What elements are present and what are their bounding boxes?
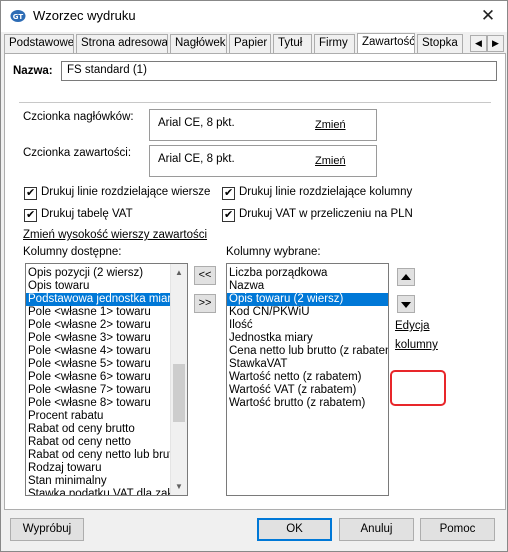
chosen-columns-label: Kolumny wybrane: [226, 246, 321, 258]
list-item[interactable]: Opis towaru [26, 280, 172, 293]
list-item[interactable]: Stan minimalny [26, 475, 172, 488]
arrow-up-icon [401, 274, 411, 280]
tab-scroll-left-icon[interactable]: ◀ [470, 35, 487, 52]
col-lines-label: Drukuj linie rozdzielające kolumny [239, 186, 413, 198]
list-item[interactable]: Pole <własne 8> towaru [26, 397, 172, 410]
tab-podstawowe[interactable]: Podstawowe [4, 34, 74, 53]
checkbox-checked-icon [222, 208, 235, 222]
title-bar: GT Wzorzec wydruku ✕ [1, 1, 507, 32]
ok-button[interactable]: OK [257, 518, 332, 541]
window-title: Wzorzec wydruku [33, 8, 136, 23]
list-item[interactable]: Wartość VAT (z rabatem) [227, 384, 388, 397]
scroll-up-icon[interactable]: ▲ [171, 264, 187, 281]
list-item[interactable]: Pole <własne 4> towaru [26, 345, 172, 358]
available-columns-list[interactable]: Opis pozycji (2 wiersz) Opis towaru Podsta… [25, 263, 188, 496]
header-font-box: Arial CE, 8 pkt. Zmień [149, 109, 377, 141]
available-columns-label: Kolumny dostępne: [23, 246, 122, 258]
group-divider [19, 102, 491, 103]
list-item[interactable]: Wartość brutto (z rabatem) [227, 397, 388, 410]
try-button[interactable]: Wypróbuj [10, 518, 84, 541]
vat-table-label: Drukuj tabelę VAT [41, 208, 133, 220]
edit-columns-highlight [390, 370, 446, 406]
content-font-change-link[interactable]: Zmień [315, 155, 346, 167]
list-item[interactable]: Stawka podatku VAT dla zakupu [26, 488, 172, 495]
list-item[interactable]: Liczba porządkowa [227, 267, 388, 280]
list-item[interactable]: Rabat od ceny brutto [26, 423, 172, 436]
svg-text:GT: GT [13, 13, 24, 21]
tab-naglowek[interactable]: Nagłówek [170, 34, 227, 53]
help-button[interactable]: Pomoc [420, 518, 495, 541]
list-item[interactable]: Kod CN/PKWiU [227, 306, 388, 319]
arrow-down-icon [401, 302, 411, 308]
list-item[interactable]: Pole <własne 1> towaru [26, 306, 172, 319]
remove-column-button[interactable]: << [194, 266, 216, 285]
move-up-button[interactable] [397, 268, 415, 286]
checkbox-checked-icon [222, 186, 235, 200]
content-font-value: Arial CE, 8 pkt. [158, 153, 235, 165]
list-item[interactable]: Opis pozycji (2 wiersz) [26, 267, 172, 280]
print-template-dialog: GT Wzorzec wydruku ✕ Podstawowe Strona a… [0, 0, 508, 552]
checkbox-checked-icon [24, 208, 37, 222]
list-item[interactable]: Procent rabatu [26, 410, 172, 423]
list-item[interactable]: Pole <własne 7> towaru [26, 384, 172, 397]
list-item[interactable]: Cena netto lub brutto (z rabatem) [227, 345, 388, 358]
content-font-box: Arial CE, 8 pkt. Zmień [149, 145, 377, 177]
content-font-label: Czcionka zawartości: [23, 147, 132, 159]
header-font-label: Czcionka nagłówków: [23, 111, 134, 123]
available-list-scrollbar[interactable]: ▲ ▼ [170, 264, 187, 495]
tab-strona-adresowa[interactable]: Strona adresowa [76, 34, 168, 53]
tab-scroll-right-icon[interactable]: ▶ [487, 35, 504, 52]
move-down-button[interactable] [397, 295, 415, 313]
close-icon[interactable]: ✕ [477, 5, 499, 27]
list-item[interactable]: Wartość netto (z rabatem) [227, 371, 388, 384]
list-item[interactable]: Jednostka miary [227, 332, 388, 345]
change-row-height-link[interactable]: Zmień wysokość wierszy zawartości [23, 229, 207, 241]
name-label: Nazwa: [13, 65, 53, 77]
chosen-columns-list[interactable]: Liczba porządkowa Nazwa Opis towaru (2 wie… [226, 263, 389, 496]
name-field[interactable]: FS standard (1) [61, 61, 497, 81]
app-icon: GT [10, 10, 26, 22]
vat-pln-label: Drukuj VAT w przeliczeniu na PLN [239, 208, 413, 220]
list-item[interactable]: Pole <własne 6> towaru [26, 371, 172, 384]
list-item[interactable]: Opis towaru (2 wiersz) [227, 293, 388, 306]
list-item[interactable]: Pole <własne 3> towaru [26, 332, 172, 345]
edit-columns-link-line2[interactable]: kolumny [395, 339, 438, 351]
list-item[interactable]: Rodzaj towaru [26, 462, 172, 475]
cancel-button[interactable]: Anuluj [339, 518, 414, 541]
header-font-value: Arial CE, 8 pkt. [158, 117, 235, 129]
list-item[interactable]: Rabat od ceny netto lub brutto [26, 449, 172, 462]
list-item[interactable]: Pole <własne 2> towaru [26, 319, 172, 332]
list-item[interactable]: Nazwa [227, 280, 388, 293]
list-item[interactable]: StawkaVAT [227, 358, 388, 371]
tab-strip: Podstawowe Strona adresowa Nagłówek Papi… [4, 33, 506, 54]
tab-stopka[interactable]: Stopka [417, 34, 463, 53]
content-panel: Nazwa: FS standard (1) Czcionka nagłówkó… [4, 53, 506, 510]
tab-firmy[interactable]: Firmy [314, 34, 355, 53]
tab-tytul[interactable]: Tytuł [273, 34, 312, 53]
list-item[interactable]: Pole <własne 5> towaru [26, 358, 172, 371]
tab-papier[interactable]: Papier [229, 34, 271, 53]
edit-columns-link-line1[interactable]: Edycja [395, 320, 430, 332]
row-lines-label: Drukuj linie rozdzielające wiersze [41, 186, 211, 198]
header-font-change-link[interactable]: Zmień [315, 119, 346, 131]
list-item[interactable]: Ilość [227, 319, 388, 332]
tab-zawartosc[interactable]: Zawartość [357, 33, 415, 54]
scroll-down-icon[interactable]: ▼ [171, 478, 187, 495]
list-item[interactable]: Podstawowa jednostka miary [26, 293, 172, 306]
add-column-button[interactable]: >> [194, 294, 216, 313]
checkbox-checked-icon [24, 186, 37, 200]
list-item[interactable]: Rabat od ceny netto [26, 436, 172, 449]
scroll-thumb[interactable] [173, 364, 185, 422]
